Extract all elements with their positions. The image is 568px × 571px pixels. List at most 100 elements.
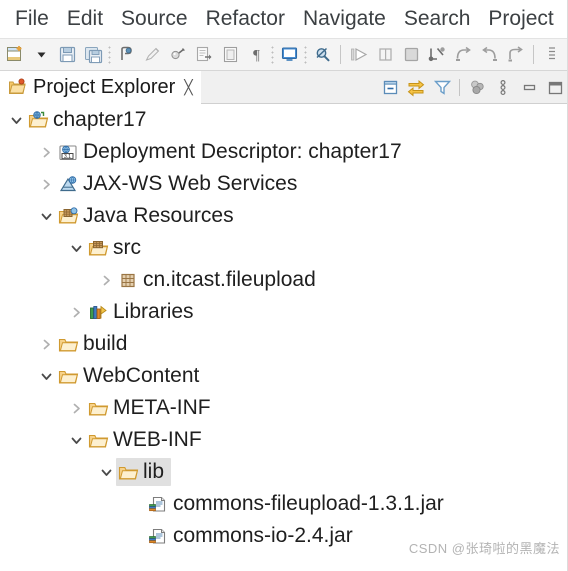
tree-row[interactable]: chapter17 — [0, 104, 568, 136]
toolbar-separator — [108, 44, 111, 65]
close-icon[interactable]: ╳ — [184, 79, 192, 96]
step-into-icon[interactable] — [424, 41, 450, 68]
tree-node-label: commons-io-2.4.jar — [173, 524, 353, 547]
main-toolbar: ¶ — [0, 38, 568, 71]
toolbar-overflow-icon[interactable] — [539, 41, 565, 68]
tree-node-label: META-INF — [113, 396, 211, 419]
jax-ws-icon — [56, 168, 80, 200]
print-icon[interactable] — [113, 41, 139, 68]
chevron-right-icon[interactable] — [36, 168, 56, 200]
export-icon[interactable] — [191, 41, 217, 68]
menu-item-project[interactable]: Project — [479, 6, 562, 32]
pause-icon[interactable] — [372, 41, 398, 68]
tree-row[interactable]: src — [0, 232, 568, 264]
tree-node-content[interactable]: commons-fileupload-1.3.1.jar — [146, 488, 449, 520]
chevron-down-icon[interactable] — [36, 360, 56, 392]
quick-fix-icon[interactable] — [165, 41, 191, 68]
tree-node-content[interactable]: build — [56, 328, 132, 360]
open-perspective-icon[interactable] — [276, 41, 302, 68]
tree-node-content[interactable]: commons-io-2.4.jar — [146, 520, 358, 552]
toolbar-separator-line — [533, 45, 534, 64]
chevron-down-icon[interactable] — [36, 200, 56, 232]
toolbar-separator — [271, 44, 274, 65]
paragraph-mark-icon[interactable]: ¶ — [243, 41, 269, 68]
tree-row[interactable]: Java Resources — [0, 200, 568, 232]
tree-node-label: WebContent — [83, 364, 200, 387]
step-return-icon[interactable] — [476, 41, 502, 68]
chevron-down-icon[interactable] — [66, 232, 86, 264]
menu-item-refactor[interactable]: Refactor — [197, 6, 294, 32]
menu-item-source[interactable]: Source — [112, 6, 197, 32]
tab-project-explorer[interactable]: Project Explorer ╳ — [0, 70, 201, 104]
tree-row[interactable]: META-INF — [0, 392, 568, 424]
tree-node-label: WEB-INF — [113, 428, 202, 451]
tree-node-content[interactable]: 3.1 Deployment Descriptor: chapter17 — [56, 136, 407, 168]
chevron-right-icon[interactable] — [66, 296, 86, 328]
tree-row[interactable]: build — [0, 328, 568, 360]
tree-node-content[interactable]: META-INF — [86, 392, 216, 424]
focus-active-task-icon[interactable] — [464, 74, 490, 100]
package-icon — [116, 264, 140, 296]
menu-item-search[interactable]: Search — [395, 6, 480, 32]
chevron-down-icon[interactable] — [6, 104, 26, 136]
tree-row[interactable]: lib — [0, 456, 568, 488]
menu-item-navigate[interactable]: Navigate — [294, 6, 395, 32]
tree-row[interactable]: cn.itcast.fileupload — [0, 264, 568, 296]
tree-node-content[interactable]: lib — [116, 458, 172, 486]
tree-node-label: JAX-WS Web Services — [83, 172, 298, 195]
minimize-icon[interactable] — [516, 74, 542, 100]
chevron-right-icon[interactable] — [66, 392, 86, 424]
tree-node-content[interactable]: WebContent — [56, 360, 204, 392]
tree-row[interactable]: commons-fileupload-1.3.1.jar — [0, 488, 568, 520]
drop-to-frame-icon[interactable] — [502, 41, 528, 68]
toolbar-separator-line — [340, 45, 341, 64]
folder-icon — [56, 328, 80, 360]
stop-icon[interactable] — [398, 41, 424, 68]
chevron-right-icon[interactable] — [96, 264, 116, 296]
tree-node-label: commons-fileupload-1.3.1.jar — [173, 492, 444, 515]
collapse-all-icon[interactable] — [377, 74, 403, 100]
search-disabled-icon[interactable] — [309, 41, 335, 68]
jar-icon — [146, 520, 170, 552]
tree-node-label: chapter17 — [53, 108, 147, 131]
project-explorer-tree[interactable]: chapter17 3.1 Deployment Descriptor: chapt… — [0, 104, 568, 571]
view-menu-icon[interactable] — [490, 74, 516, 100]
tree-row[interactable]: JAX-WS Web Services — [0, 168, 568, 200]
tree-node-content[interactable]: cn.itcast.fileupload — [116, 264, 321, 296]
tree-node-content[interactable]: WEB-INF — [86, 424, 207, 456]
menu-item-file[interactable]: File — [6, 6, 58, 32]
view-title: Project Explorer — [33, 76, 176, 98]
tree-node-content[interactable]: src — [86, 232, 146, 264]
libraries-icon — [86, 296, 110, 328]
run-icon[interactable] — [346, 41, 372, 68]
menu-bar: File Edit Source Refactor Navigate Search Proj… — [0, 0, 568, 38]
pencil-icon[interactable] — [139, 41, 165, 68]
new-dropdown-arrow-icon[interactable] — [28, 41, 54, 68]
chevron-down-icon[interactable] — [66, 424, 86, 456]
save-all-icon[interactable] — [80, 41, 106, 68]
chevron-right-icon[interactable] — [36, 328, 56, 360]
tree-node-content[interactable]: Libraries — [86, 296, 199, 328]
tree-node-label: lib — [143, 460, 165, 483]
new-wizard-icon[interactable] — [2, 41, 28, 68]
view-toolbar-separator — [459, 78, 460, 96]
chevron-right-icon[interactable] — [36, 136, 56, 168]
menu-item-edit[interactable]: Edit — [58, 6, 112, 32]
step-over-icon[interactable] — [450, 41, 476, 68]
tree-row[interactable]: 3.1 Deployment Descriptor: chapter17 — [0, 136, 568, 168]
tree-node-label: src — [113, 236, 141, 259]
tree-node-content[interactable]: JAX-WS Web Services — [56, 168, 302, 200]
view-filter-icon[interactable] — [429, 74, 455, 100]
maximize-icon[interactable] — [542, 74, 568, 100]
tree-row[interactable]: Libraries — [0, 296, 568, 328]
tree-node-content[interactable]: Java Resources — [56, 200, 239, 232]
tree-node-content[interactable]: chapter17 — [26, 104, 151, 136]
chevron-down-icon[interactable] — [96, 456, 116, 488]
save-icon[interactable] — [54, 41, 80, 68]
link-with-editor-icon[interactable] — [403, 74, 429, 100]
open-type-icon[interactable] — [217, 41, 243, 68]
tree-row[interactable]: WebContent — [0, 360, 568, 392]
tree-row[interactable]: WEB-INF — [0, 424, 568, 456]
